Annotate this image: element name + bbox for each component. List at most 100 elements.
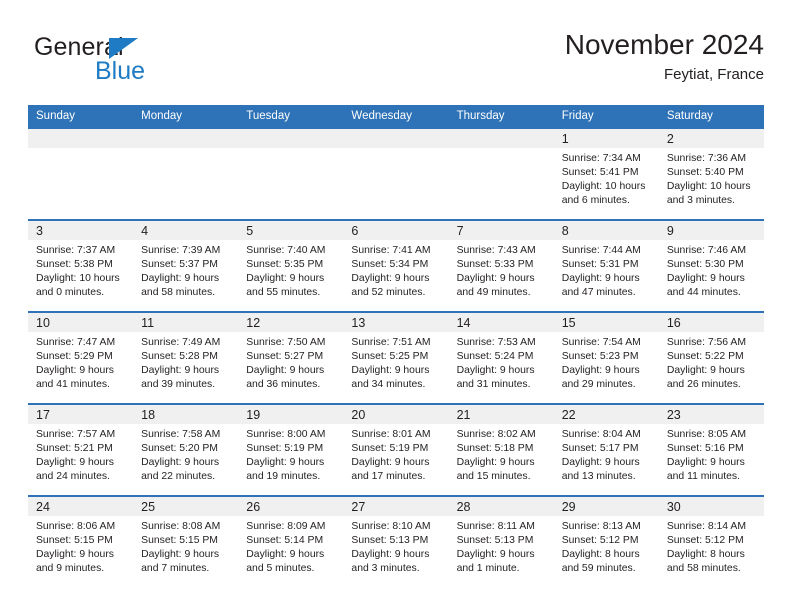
sunrise-text: Sunrise: 7:49 AM [141,337,221,348]
day-details: Sunrise: 8:01 AM Sunset: 5:19 PM Daylight:… [343,424,448,484]
calendar-day-cell[interactable]: 20 Sunrise: 8:01 AM Sunset: 5:19 PM Dayligh… [343,403,449,496]
sunrise-text: Sunrise: 7:39 AM [141,245,221,256]
calendar-day-cell[interactable]: 3 Sunrise: 7:37 AM Sunset: 5:38 PM Daylight… [28,219,134,312]
calendar-day-cell[interactable]: 10 Sunrise: 7:47 AM Sunset: 5:29 PM Dayligh… [28,311,134,404]
day-number-band: 2 [658,129,764,148]
daylight-text-line2: and 9 minutes. [36,563,105,575]
calendar-day-cell[interactable]: 17 Sunrise: 7:57 AM Sunset: 5:21 PM Dayligh… [28,403,134,496]
calendar-week-row: 1 Sunrise: 7:34 AM Sunset: 5:41 PM Daylight… [28,127,764,220]
daylight-text-line1: Daylight: 10 hours [561,181,646,193]
sunset-text: Sunset: 5:23 PM [561,351,639,363]
calendar-day-cell[interactable]: 22 Sunrise: 8:04 AM Sunset: 5:17 PM Dayligh… [553,403,659,496]
daylight-text-line2: and 0 minutes. [36,287,105,299]
calendar-day-cell[interactable]: 5 Sunrise: 7:40 AM Sunset: 5:35 PM Daylight… [238,219,344,312]
calendar-day-cell[interactable]: 12 Sunrise: 7:50 AM Sunset: 5:27 PM Dayligh… [238,311,344,404]
weekday-header-monday: Monday [133,105,239,128]
day-details: Sunrise: 8:05 AM Sunset: 5:16 PM Daylight:… [659,424,764,484]
day-number-band: 11 [133,313,239,332]
sunrise-text: Sunrise: 7:50 AM [246,337,326,348]
daylight-text-line1: Daylight: 9 hours [246,457,325,469]
day-number-band: 14 [448,313,554,332]
weekday-header-tuesday: Tuesday [238,105,344,128]
day-number-band: 20 [343,405,449,424]
calendar-day-cell[interactable]: 9 Sunrise: 7:46 AM Sunset: 5:30 PM Daylight… [658,219,764,312]
day-number-band: 26 [238,497,344,516]
calendar-week-row: 24 Sunrise: 8:06 AM Sunset: 5:15 PM Dayligh… [28,495,764,587]
calendar-day-cell[interactable]: 25 Sunrise: 8:08 AM Sunset: 5:15 PM Dayligh… [133,495,239,587]
daylight-text-line2: and 58 minutes. [666,563,741,575]
day-number: 29 [561,500,576,514]
calendar-day-cell[interactable]: 26 Sunrise: 8:09 AM Sunset: 5:14 PM Dayligh… [238,495,344,587]
day-details: Sunrise: 8:09 AM Sunset: 5:14 PM Daylight:… [238,516,343,576]
daylight-text-line1: Daylight: 9 hours [561,365,640,377]
calendar-day-cell[interactable]: 24 Sunrise: 8:06 AM Sunset: 5:15 PM Dayligh… [28,495,134,587]
calendar-day-cell[interactable]: 14 Sunrise: 7:53 AM Sunset: 5:24 PM Dayligh… [448,311,554,404]
day-details: Sunrise: 7:46 AM Sunset: 5:30 PM Daylight:… [659,240,764,300]
day-number: 15 [561,316,576,330]
daylight-text-line2: and 41 minutes. [36,379,110,391]
calendar-day-cell[interactable]: 15 Sunrise: 7:54 AM Sunset: 5:23 PM Dayligh… [553,311,659,404]
sunset-text: Sunset: 5:33 PM [456,259,534,271]
day-details: Sunrise: 7:43 AM Sunset: 5:33 PM Daylight:… [449,240,554,300]
day-number: 23 [666,408,681,422]
sunrise-text: Sunrise: 7:36 AM [666,153,746,164]
weekday-header-thursday: Thursday [448,105,554,128]
daylight-text-line1: Daylight: 10 hours [666,181,751,193]
calendar-day-cell[interactable]: 30 Sunrise: 8:14 AM Sunset: 5:12 PM Dayligh… [658,495,764,587]
calendar-day-cell[interactable]: 13 Sunrise: 7:51 AM Sunset: 5:25 PM Dayligh… [343,311,449,404]
sunset-text: Sunset: 5:17 PM [561,443,639,455]
day-number-band: 6 [343,221,449,240]
calendar-day-cell[interactable]: 21 Sunrise: 8:02 AM Sunset: 5:18 PM Dayligh… [448,403,554,496]
sunrise-text: Sunrise: 8:06 AM [36,521,116,532]
daylight-text-line1: Daylight: 9 hours [141,549,220,561]
daylight-text-line2: and 47 minutes. [561,287,636,299]
calendar-day-cell[interactable]: 16 Sunrise: 7:56 AM Sunset: 5:22 PM Dayligh… [658,311,764,404]
calendar-day-cell[interactable]: 7 Sunrise: 7:43 AM Sunset: 5:33 PM Daylight… [448,219,554,312]
calendar-day-cell[interactable]: 1 Sunrise: 7:34 AM Sunset: 5:41 PM Daylight… [553,127,659,220]
day-number-band: 7 [448,221,554,240]
daylight-text-line1: Daylight: 9 hours [666,457,745,469]
calendar-day-cell[interactable]: 4 Sunrise: 7:39 AM Sunset: 5:37 PM Daylight… [133,219,239,312]
daylight-text-line2: and 39 minutes. [141,379,216,391]
calendar-day-cell[interactable]: 27 Sunrise: 8:10 AM Sunset: 5:13 PM Dayligh… [343,495,449,587]
day-number: 9 [666,224,674,238]
sunrise-text: Sunrise: 7:43 AM [456,245,536,256]
calendar-day-cell[interactable]: 23 Sunrise: 8:05 AM Sunset: 5:16 PM Dayligh… [658,403,764,496]
sunset-text: Sunset: 5:34 PM [351,259,429,271]
calendar-day-cell[interactable]: 19 Sunrise: 8:00 AM Sunset: 5:19 PM Dayligh… [238,403,344,496]
daylight-text-line1: Daylight: 9 hours [246,273,325,285]
calendar-day-cell[interactable]: 6 Sunrise: 7:41 AM Sunset: 5:34 PM Daylight… [343,219,449,312]
daylight-text-line1: Daylight: 9 hours [246,549,325,561]
daylight-text-line2: and 6 minutes. [561,195,630,207]
sunset-text: Sunset: 5:40 PM [666,167,744,179]
calendar-day-cell[interactable]: 18 Sunrise: 7:58 AM Sunset: 5:20 PM Dayligh… [133,403,239,496]
calendar-day-cell[interactable]: 8 Sunrise: 7:44 AM Sunset: 5:31 PM Daylight… [553,219,659,312]
sunrise-text: Sunrise: 7:37 AM [36,245,116,256]
sunrise-text: Sunrise: 7:40 AM [246,245,326,256]
daylight-text-line2: and 31 minutes. [456,379,531,391]
daylight-text-line1: Daylight: 9 hours [141,457,220,469]
daylight-text-line1: Daylight: 9 hours [36,457,114,469]
day-number-band: 19 [238,405,344,424]
calendar-day-cell[interactable]: 28 Sunrise: 8:11 AM Sunset: 5:13 PM Dayligh… [448,495,554,587]
calendar-day-cell[interactable]: 29 Sunrise: 8:13 AM Sunset: 5:12 PM Dayligh… [553,495,659,587]
daylight-text-line2: and 29 minutes. [561,379,636,391]
calendar-day-cell[interactable]: 11 Sunrise: 7:49 AM Sunset: 5:28 PM Dayligh… [133,311,239,404]
day-number-band: 3 [28,221,134,240]
day-number-band: 21 [448,405,554,424]
calendar-day-cell[interactable]: 2 Sunrise: 7:36 AM Sunset: 5:40 PM Daylight… [658,127,764,220]
day-details: Sunrise: 7:36 AM Sunset: 5:40 PM Daylight:… [659,148,764,208]
daylight-text-line2: and 15 minutes. [456,471,531,483]
general-blue-logo[interactable]: General Blue [34,34,254,96]
daylight-text-line2: and 49 minutes. [456,287,531,299]
day-details: Sunrise: 8:14 AM Sunset: 5:12 PM Daylight:… [659,516,764,576]
sunrise-text: Sunrise: 8:05 AM [666,429,746,440]
weekday-header-friday: Friday [553,105,659,128]
daylight-text-line1: Daylight: 9 hours [246,365,325,377]
weekday-header-saturday: Saturday [658,105,764,128]
sunset-text: Sunset: 5:35 PM [246,259,324,271]
day-number: 19 [246,408,261,422]
sunset-text: Sunset: 5:29 PM [36,351,113,363]
calendar-cell-empty [133,127,239,220]
daylight-text-line1: Daylight: 9 hours [351,549,430,561]
